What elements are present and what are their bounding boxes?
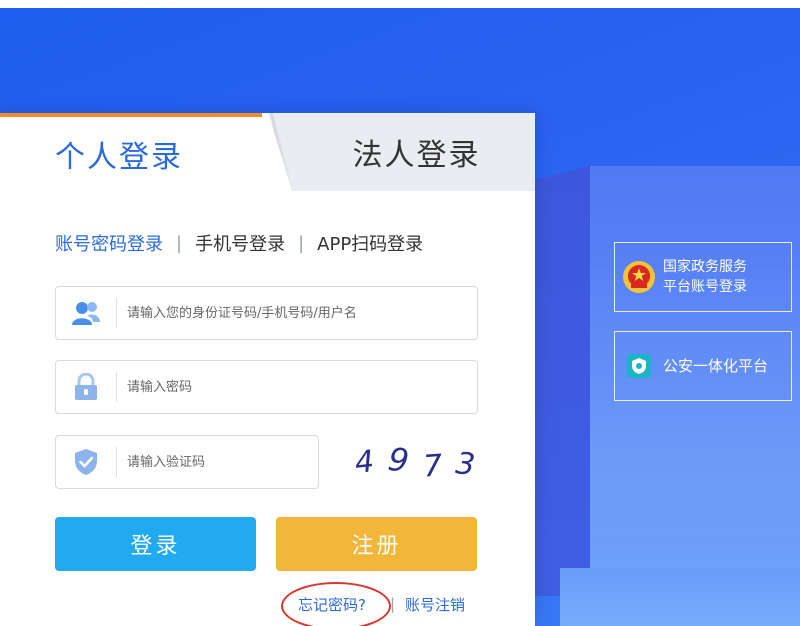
link-separator: | [389, 595, 396, 613]
forgot-password-label: 忘记密码? [298, 595, 366, 614]
gov-service-line1: 国家政务服务 [663, 259, 747, 275]
captcha-field [55, 435, 319, 489]
background-base [560, 568, 800, 626]
police-platform-label: 公安一体化平台 [663, 357, 769, 375]
tab-corporate-label: 法人登录 [352, 138, 481, 173]
captcha-image[interactable]: 4 9 7 3 [350, 433, 480, 491]
lock-icon [56, 361, 116, 413]
shield-check-icon [56, 436, 116, 488]
tab-personal-login[interactable]: 个人登录 [0, 113, 268, 191]
gov-service-label: 国家政务服务 平台账号登录 [663, 257, 747, 297]
tab-personal-label: 个人登录 [55, 140, 183, 175]
mode-app-scan-login[interactable]: APP扫码登录 [317, 230, 423, 256]
top-strip [0, 0, 800, 8]
login-card: 法人登录 个人登录 账号密码登录 | 手机号登录 | APP扫码登录 请输入您的… [0, 113, 535, 626]
captcha-digit: 3 [453, 445, 477, 483]
mode-separator: | [298, 232, 305, 254]
gov-service-login-button[interactable]: 国家政务服务 平台账号登录 [614, 242, 792, 312]
captcha-input[interactable] [117, 436, 318, 488]
login-button[interactable]: 登录 [55, 517, 256, 571]
captcha-digit: 9 [385, 439, 412, 481]
register-button[interactable]: 注册 [276, 517, 477, 571]
forgot-password-link[interactable]: 忘记密码? [281, 581, 391, 626]
account-links: 忘记密码? | 账号注销 [281, 581, 465, 626]
mode-phone-login[interactable]: 手机号登录 [195, 230, 285, 256]
tab-corporate-login[interactable]: 法人登录 [268, 113, 535, 191]
mode-separator: | [176, 232, 183, 254]
password-field [55, 360, 478, 414]
captcha-digit: 4 [353, 443, 377, 481]
national-emblem-icon [615, 260, 663, 294]
password-input[interactable] [117, 361, 477, 413]
mode-password-login[interactable]: 账号密码登录 [55, 230, 163, 256]
police-badge-icon [615, 352, 663, 380]
username-input[interactable] [117, 287, 477, 339]
user-icon [56, 287, 116, 339]
police-platform-button[interactable]: 公安一体化平台 [614, 331, 792, 401]
gov-service-line2: 平台账号登录 [663, 279, 747, 295]
login-mode-switcher: 账号密码登录 | 手机号登录 | APP扫码登录 [55, 230, 485, 256]
cancel-account-link[interactable]: 账号注销 [405, 594, 465, 615]
username-field [55, 286, 478, 340]
captcha-digit: 7 [421, 447, 444, 485]
